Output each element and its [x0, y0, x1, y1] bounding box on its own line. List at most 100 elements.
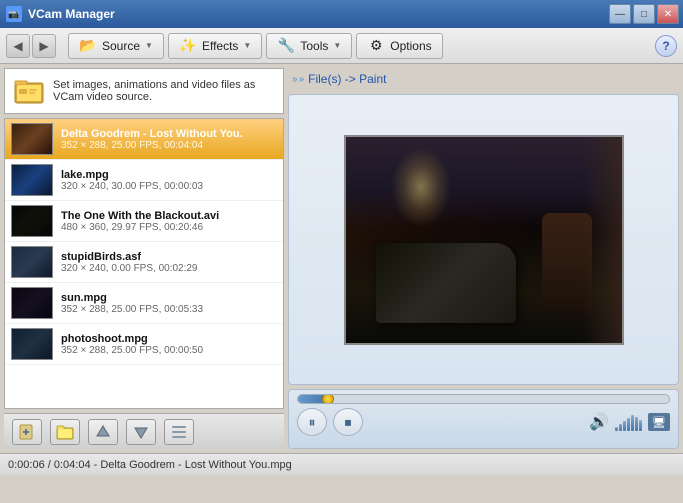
volume-bars[interactable] — [615, 413, 642, 431]
vol-bar-5 — [631, 415, 634, 431]
file-info-0: Delta Goodrem - Lost Without You. 352 × … — [61, 128, 277, 151]
tools-button[interactable]: 🔧 Tools ▼ — [266, 33, 352, 59]
toolbar: ◀ ▶ 📂 Source ▼ ✨ Effects ▼ 🔧 Tools ▼ ⚙ O… — [0, 28, 683, 64]
file-thumb-4 — [11, 287, 53, 319]
title-bar-left: 📷 VCam Manager — [6, 6, 115, 22]
tools-dropdown-arrow: ▼ — [333, 41, 341, 50]
move-down-icon — [132, 423, 150, 441]
file-item-4[interactable]: sun.mpg 352 × 288, 25.00 FPS, 00:05:33 — [5, 283, 283, 324]
file-item-1[interactable]: lake.mpg 320 × 240, 30.00 FPS, 00:00:03 — [5, 160, 283, 201]
volume-icon[interactable]: 🔊 — [589, 412, 609, 432]
file-thumb-0 — [11, 123, 53, 155]
controls-row: ⏸ ⏹ 🔊 🖥 — [297, 408, 670, 436]
file-meta-4: 352 × 288, 25.00 FPS, 00:05:33 — [61, 304, 277, 315]
file-name-0: Delta Goodrem - Lost Without You. — [61, 128, 277, 140]
app-icon: 📷 — [6, 6, 22, 22]
vol-bar-6 — [635, 417, 638, 431]
file-info-5: photoshoot.mpg 352 × 288, 25.00 FPS, 00:… — [61, 333, 277, 356]
file-name-4: sun.mpg — [61, 292, 277, 304]
list-view-button[interactable] — [164, 419, 194, 445]
close-button[interactable]: ✕ — [657, 4, 679, 24]
effects-dropdown-arrow: ▼ — [243, 41, 251, 50]
lamp-glow — [391, 147, 451, 227]
file-item-5[interactable]: photoshoot.mpg 352 × 288, 25.00 FPS, 00:… — [5, 324, 283, 365]
file-item-2[interactable]: The One With the Blackout.avi 480 × 360,… — [5, 201, 283, 242]
file-name-5: photoshoot.mpg — [61, 333, 277, 345]
source-folder-icon — [13, 75, 45, 107]
source-description: Set images, animations and video files a… — [4, 68, 284, 114]
options-icon: ⚙ — [367, 37, 385, 55]
status-text: 0:00:06 / 0:04:04 - Delta Goodrem - Lost… — [8, 459, 292, 471]
file-thumb-5 — [11, 328, 53, 360]
source-description-text: Set images, animations and video files a… — [53, 79, 275, 103]
file-item-0[interactable]: Delta Goodrem - Lost Without You. 352 × … — [5, 119, 283, 160]
video-preview — [344, 135, 624, 345]
file-meta-1: 320 × 240, 30.00 FPS, 00:00:03 — [61, 181, 277, 192]
add-file-icon — [18, 423, 36, 441]
file-info-1: lake.mpg 320 × 240, 30.00 FPS, 00:00:03 — [61, 169, 277, 192]
forward-button[interactable]: ▶ — [32, 34, 56, 58]
main-content: Set images, animations and video files a… — [0, 64, 683, 453]
effects-button[interactable]: ✨ Effects ▼ — [168, 33, 262, 59]
vol-bar-2 — [619, 424, 622, 431]
video-preview-area — [288, 94, 679, 385]
file-thumb-1 — [11, 164, 53, 196]
stop-button[interactable]: ⏹ — [333, 408, 363, 436]
file-thumb-2 — [11, 205, 53, 237]
minimize-button[interactable]: — — [609, 4, 631, 24]
breadcrumb-arrow-2: » — [299, 74, 305, 85]
effects-icon: ✨ — [179, 37, 197, 55]
breadcrumb-bar: » » File(s) -> Paint — [288, 68, 679, 90]
open-folder-icon — [56, 423, 74, 441]
vol-bar-1 — [615, 427, 618, 431]
breadcrumb-path: File(s) -> Paint — [308, 72, 386, 86]
add-file-button[interactable] — [12, 419, 42, 445]
vol-bar-7 — [639, 420, 642, 431]
move-up-icon — [94, 423, 112, 441]
file-meta-0: 352 × 288, 25.00 FPS, 00:04:04 — [61, 140, 277, 151]
move-down-button[interactable] — [126, 419, 156, 445]
file-item-3[interactable]: stupidBirds.asf 320 × 240, 0.00 FPS, 00:… — [5, 242, 283, 283]
move-up-button[interactable] — [88, 419, 118, 445]
list-view-icon — [170, 423, 188, 441]
title-bar: 📷 VCam Manager — □ ✕ — [0, 0, 683, 28]
file-info-3: stupidBirds.asf 320 × 240, 0.00 FPS, 00:… — [61, 251, 277, 274]
source-button[interactable]: 📂 Source ▼ — [68, 33, 164, 59]
file-name-2: The One With the Blackout.avi — [61, 210, 277, 222]
back-button[interactable]: ◀ — [6, 34, 30, 58]
breadcrumb-arrow-1: » — [292, 74, 298, 85]
open-folder-button[interactable] — [50, 419, 80, 445]
title-controls: — □ ✕ — [609, 4, 679, 24]
piano-scene — [346, 137, 622, 343]
tools-icon: 🔧 — [277, 37, 295, 55]
file-meta-5: 352 × 288, 25.00 FPS, 00:00:50 — [61, 345, 277, 356]
vol-bar-3 — [623, 421, 626, 431]
progress-thumb[interactable] — [322, 394, 334, 404]
file-info-4: sun.mpg 352 × 288, 25.00 FPS, 00:05:33 — [61, 292, 277, 315]
file-meta-3: 320 × 240, 0.00 FPS, 00:02:29 — [61, 263, 277, 274]
file-thumb-3 — [11, 246, 53, 278]
progress-bar[interactable] — [297, 394, 670, 404]
file-list-toolbar — [4, 413, 284, 449]
piano-shape — [376, 243, 516, 323]
source-icon: 📂 — [79, 37, 97, 55]
right-panel: » » File(s) -> Paint ⏸ — [288, 68, 679, 449]
help-button[interactable]: ? — [655, 35, 677, 57]
file-meta-2: 480 × 360, 29.97 FPS, 00:20:46 — [61, 222, 277, 233]
curtain — [582, 137, 622, 343]
player-controls: ⏸ ⏹ 🔊 🖥 — [288, 389, 679, 449]
source-dropdown-arrow: ▼ — [145, 41, 153, 50]
file-info-2: The One With the Blackout.avi 480 × 360,… — [61, 210, 277, 233]
window-title: VCam Manager — [28, 7, 115, 21]
status-bar: 0:00:06 / 0:04:04 - Delta Goodrem - Lost… — [0, 453, 683, 475]
breadcrumb-arrows: » » — [292, 74, 304, 85]
maximize-button[interactable]: □ — [633, 4, 655, 24]
file-name-3: stupidBirds.asf — [61, 251, 277, 263]
options-button[interactable]: ⚙ Options — [356, 33, 442, 59]
pause-button[interactable]: ⏸ — [297, 408, 327, 436]
left-panel: Set images, animations and video files a… — [4, 68, 284, 449]
nav-buttons: ◀ ▶ — [6, 34, 56, 58]
file-list[interactable]: Delta Goodrem - Lost Without You. 352 × … — [4, 118, 284, 409]
vol-bar-4 — [627, 418, 630, 431]
monitor-button[interactable]: 🖥 — [648, 413, 670, 431]
